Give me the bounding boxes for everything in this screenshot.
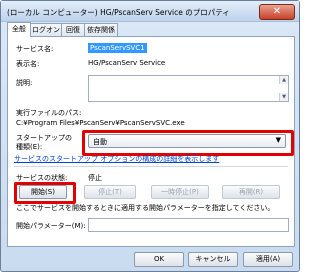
scroll-down-icon[interactable]: ▼ [279,93,288,101]
service-status-value: 停止 [88,174,102,182]
properties-dialog: (ローカル コンピューター) HG/PscanServ Service のプロパ… [0,0,300,272]
description-label: 説明: [16,79,33,87]
display-name-label: 表示名: [16,60,40,68]
stop-button[interactable]: 停止(T) [84,185,136,199]
cancel-button[interactable]: キャンセル [188,252,238,267]
apply-button[interactable]: 適用(A) [243,252,293,267]
startup-type-select[interactable]: 自動 ▼ [88,134,286,148]
description-textbox[interactable]: ▲ ▼ [88,75,289,102]
tab-logon[interactable]: ログオン [30,23,62,37]
exe-path-label: 実行ファイルのパス: [16,109,82,117]
divider [14,166,288,167]
startup-type-value: 自動 [93,138,107,146]
close-button[interactable]: ✕ [259,4,295,20]
tab-general[interactable]: 全般 [7,22,31,37]
tab-dependencies[interactable]: 依存関係 [84,23,118,37]
scroll-up-icon[interactable]: ▲ [279,76,288,84]
service-name-label: サービス名: [16,45,54,53]
startup-help-link[interactable]: サービスのスタートアップ オプションの構成の詳細を表示します [14,154,219,164]
start-params-label: 開始パラメーター(M): [16,222,86,230]
ok-button[interactable]: OK [134,252,184,267]
close-icon: ✕ [272,6,282,17]
tab-recovery[interactable]: 回復 [61,23,85,37]
chevron-down-icon: ▼ [275,136,281,144]
display-name-value: HG/PscanServ Service [88,59,166,67]
pause-button[interactable]: 一時停止(P) [151,185,209,199]
startup-type-label-line2: 種類(E): [16,143,43,151]
start-params-hint: ここでサービスを開始するときに適用する開始パラメーターを指定してください。 [16,204,275,212]
service-name-value[interactable]: PscanServSVC1 [88,43,147,53]
start-button[interactable]: 開始(S) [19,185,67,199]
general-tab-panel: サービス名: PscanServSVC1 表示名: HG/PscanServ S… [7,36,295,247]
window-title: (ローカル コンピューター) HG/PscanServ Service のプロパ… [7,8,230,17]
start-params-input[interactable] [88,218,289,232]
exe-path-value: C:¥Program Files¥PscanServ¥PscanServSVC.… [16,119,185,127]
resume-button[interactable]: 再開(R) [222,185,280,199]
title-bar[interactable]: (ローカル コンピューター) HG/PscanServ Service のプロパ… [1,1,299,22]
